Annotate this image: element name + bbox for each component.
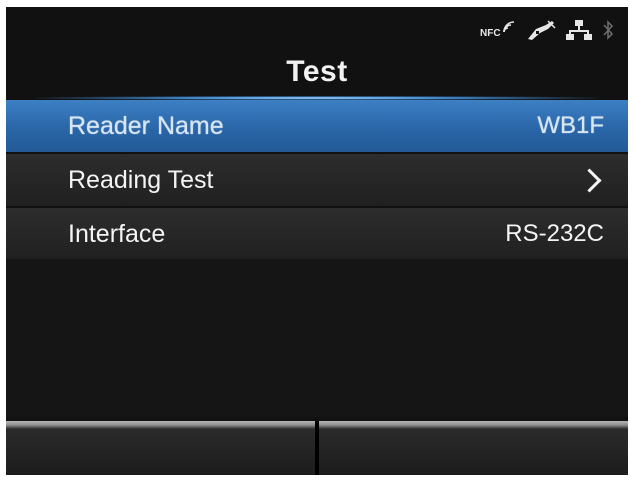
- status-bar: NFC: [480, 17, 614, 43]
- menu-item-label: Reader Name: [68, 111, 224, 140]
- softkey-left[interactable]: [6, 421, 315, 475]
- menu-item-value: WB1F: [537, 112, 604, 139]
- empty-content-area: [6, 259, 628, 417]
- softkey-bar: [6, 421, 628, 475]
- menu-item-label: Interface: [68, 219, 166, 248]
- chevron-right-icon: [577, 167, 602, 193]
- menu-item-reader-name[interactable]: Reader Name WB1F: [6, 100, 628, 152]
- printer-display: NFC Test Reader Name WB1F Reading Test I…: [6, 7, 628, 475]
- softkey-right[interactable]: [319, 421, 628, 475]
- nfc-label: NFC: [480, 28, 501, 39]
- page-title: Test: [286, 55, 348, 88]
- barcode-reader-icon: [526, 19, 556, 41]
- menu-item-interface[interactable]: Interface RS-232C: [6, 208, 628, 260]
- menu-item-reading-test[interactable]: Reading Test: [6, 154, 628, 206]
- menu-item-value: RS-232C: [505, 220, 604, 247]
- menu-item-label: Reading Test: [68, 165, 214, 194]
- bluetooth-icon: [602, 19, 614, 41]
- settings-menu: Reader Name WB1F Reading Test Interface …: [6, 100, 628, 262]
- nfc-icon: NFC: [480, 20, 516, 40]
- network-icon: [566, 19, 592, 41]
